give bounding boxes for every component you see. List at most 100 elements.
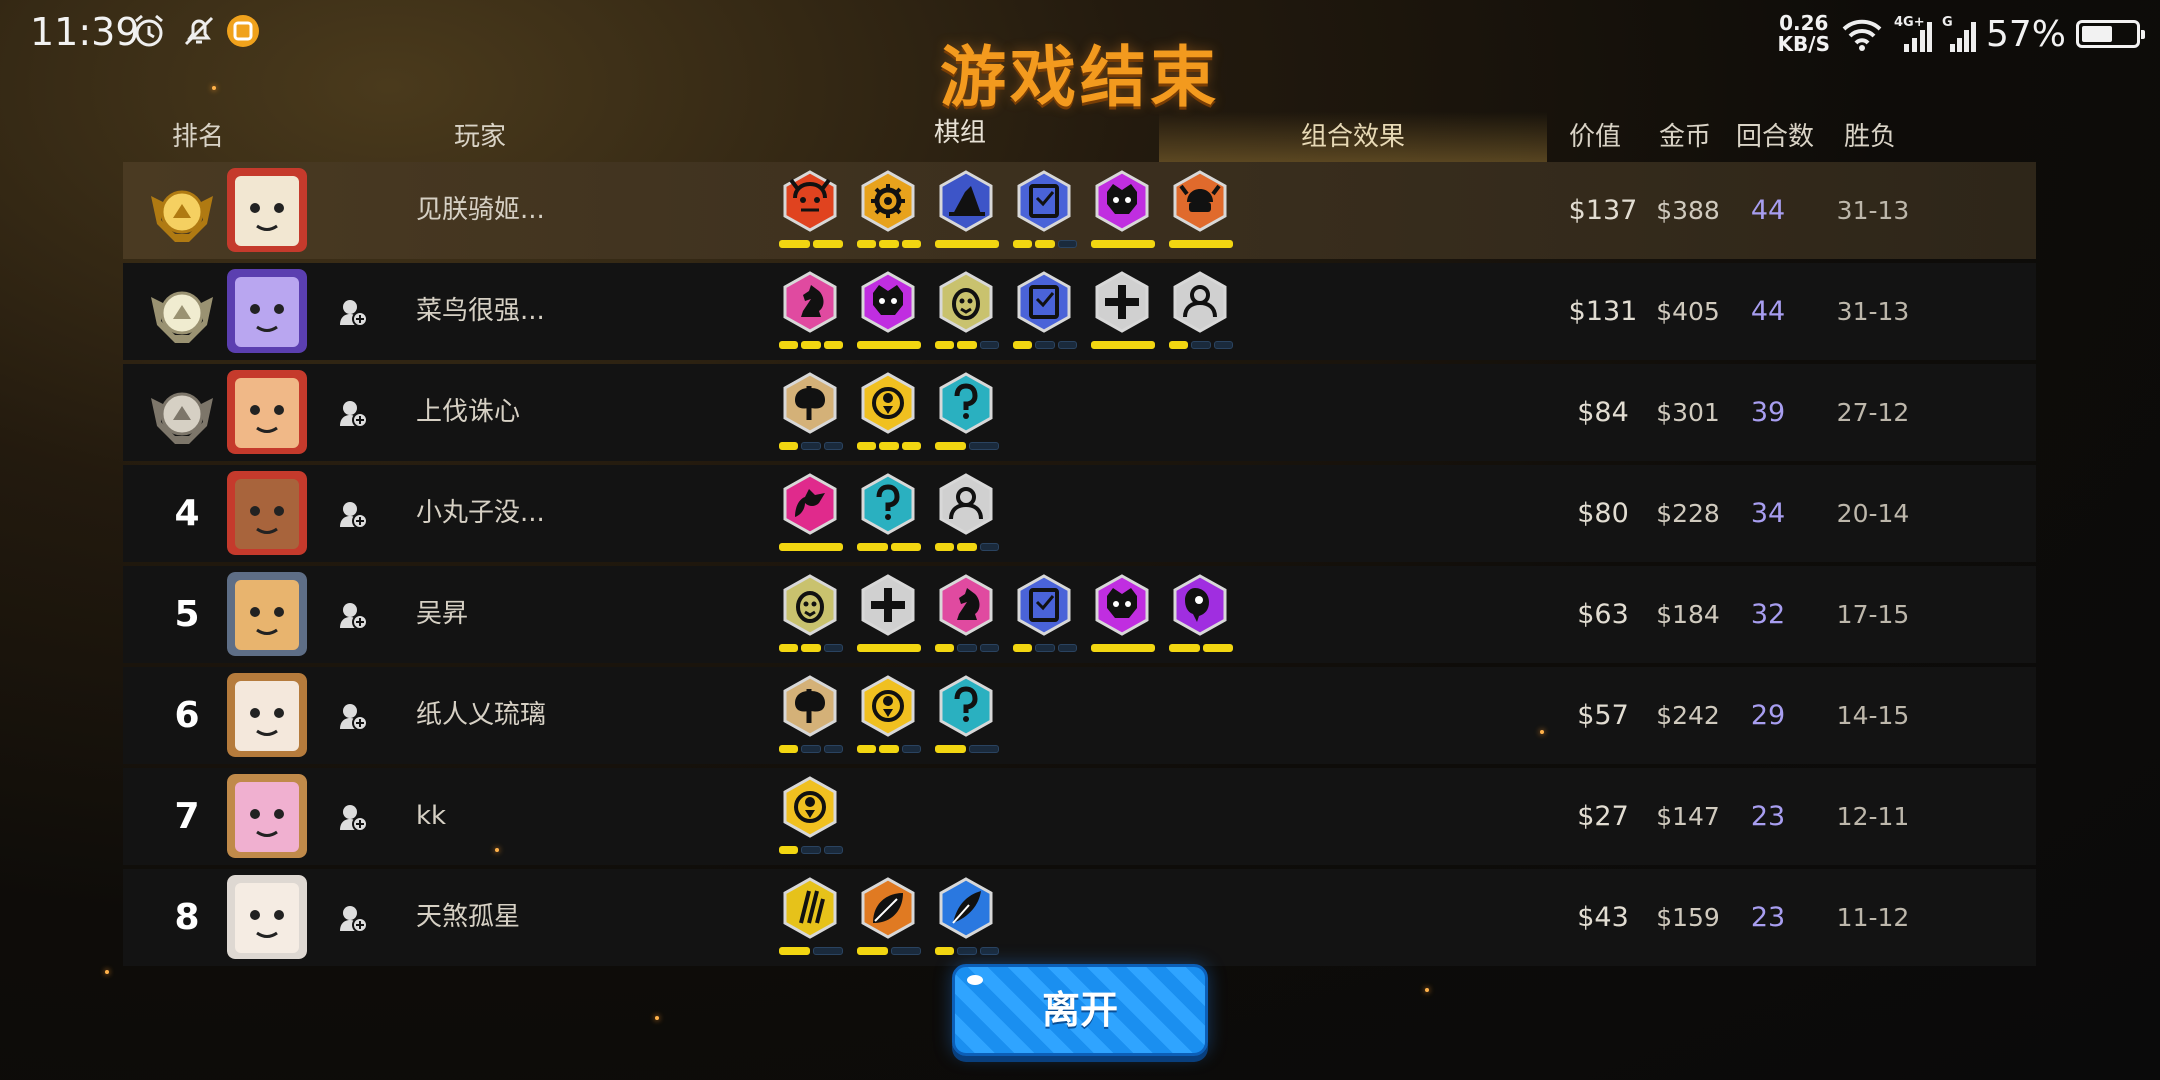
person-icon[interactable]	[1169, 271, 1231, 333]
player-name[interactable]: 上伐诛心	[416, 364, 520, 461]
synergy-item[interactable]	[851, 166, 929, 256]
synergy-item[interactable]	[773, 671, 851, 761]
synergy-item[interactable]	[851, 368, 929, 458]
synergy-item[interactable]	[929, 166, 1007, 256]
synergy-item[interactable]	[773, 469, 851, 559]
synergy-list	[773, 570, 1241, 660]
rounds-cell: 23	[1750, 902, 1786, 933]
person-icon[interactable]	[935, 473, 997, 535]
synergy-item[interactable]	[1007, 166, 1085, 256]
player-name[interactable]: 天煞孤星	[416, 869, 520, 966]
table-row[interactable]: 6 纸人乂琉璃 $57 $242 29 14-15	[123, 667, 2036, 764]
cross-icon[interactable]	[857, 574, 919, 636]
table-row[interactable]: 7 kk $27 $147 23 12-11	[123, 768, 2036, 865]
knight-icon[interactable]	[935, 574, 997, 636]
dragon-icon[interactable]	[779, 473, 841, 535]
beast-face-icon[interactable]	[1091, 574, 1153, 636]
axe-icon[interactable]	[779, 372, 841, 434]
knight-icon[interactable]	[779, 271, 841, 333]
synergy-item[interactable]	[1163, 570, 1241, 660]
synergy-item[interactable]	[851, 570, 929, 660]
synergy-item[interactable]	[929, 671, 1007, 761]
viking-icon[interactable]	[1169, 170, 1231, 232]
gear-icon[interactable]	[857, 170, 919, 232]
table-row[interactable]: 8 天煞孤星 $43 $159 23 11-12	[123, 869, 2036, 966]
synergy-item[interactable]	[1085, 166, 1163, 256]
beast-face-icon[interactable]	[1091, 170, 1153, 232]
girl-rose-frame-avatar[interactable]	[227, 673, 307, 757]
synergy-item[interactable]	[1007, 570, 1085, 660]
synergy-item[interactable]	[929, 873, 1007, 963]
synergy-item[interactable]	[929, 570, 1007, 660]
egg-icon[interactable]	[779, 574, 841, 636]
spellbook-icon[interactable]	[1013, 170, 1075, 232]
add-friend-icon[interactable]	[338, 398, 368, 428]
table-row[interactable]: 见朕骑姬... $137 $388 44 31-13	[123, 162, 2036, 259]
assassin-icon[interactable]	[935, 675, 997, 737]
add-friend-icon[interactable]	[338, 499, 368, 529]
purple-knight-avatar[interactable]	[227, 269, 307, 353]
player-name[interactable]: 纸人乂琉璃	[416, 667, 546, 764]
add-friend-icon[interactable]	[338, 600, 368, 630]
ghost-icon[interactable]	[779, 776, 841, 838]
synergy-item[interactable]	[1085, 570, 1163, 660]
synergy-item[interactable]	[773, 570, 851, 660]
synergy-item[interactable]	[1163, 267, 1241, 357]
table-row[interactable]: 4 小丸子没... $80 $228 34 20-14	[123, 465, 2036, 562]
add-friend-icon[interactable]	[338, 802, 368, 832]
player-name[interactable]: 小丸子没...	[416, 465, 545, 562]
synergy-item[interactable]	[929, 368, 1007, 458]
cross-icon[interactable]	[1091, 271, 1153, 333]
girl-red-frame-avatar[interactable]	[227, 471, 307, 555]
synergy-item[interactable]	[773, 368, 851, 458]
demon-hand-icon[interactable]	[1169, 574, 1231, 636]
leaf-icon[interactable]	[857, 877, 919, 939]
beast-face-icon[interactable]	[857, 271, 919, 333]
player-name[interactable]: 菜鸟很强...	[416, 263, 545, 360]
synergy-item[interactable]	[851, 469, 929, 559]
claw-icon[interactable]	[779, 877, 841, 939]
sunglasses-avatar[interactable]	[227, 774, 307, 858]
synergy-item[interactable]	[851, 671, 929, 761]
assassin-icon[interactable]	[935, 372, 997, 434]
synergy-item[interactable]	[929, 267, 1007, 357]
table-row[interactable]: 菜鸟很强... $131 $405 44 31-13	[123, 263, 2036, 360]
axe-icon[interactable]	[779, 675, 841, 737]
player-name[interactable]: 见朕骑姬...	[416, 162, 545, 259]
tab-pieces[interactable]: 棋组	[890, 108, 1030, 158]
spark-decoration	[1425, 988, 1429, 992]
tab-synergy[interactable]: 组合效果	[1159, 112, 1547, 164]
level-pip	[801, 341, 821, 349]
spellbook-icon[interactable]	[1013, 574, 1075, 636]
player-name[interactable]: kk	[416, 768, 446, 865]
table-row[interactable]: 上伐诛心 $84 $301 39 27-12	[123, 364, 2036, 461]
synergy-item[interactable]	[773, 267, 851, 357]
demon-icon[interactable]	[779, 170, 841, 232]
add-friend-icon[interactable]	[338, 903, 368, 933]
add-friend-icon[interactable]	[338, 297, 368, 327]
synergy-item[interactable]	[851, 873, 929, 963]
assassin-icon[interactable]	[857, 473, 919, 535]
wizard-hat-icon[interactable]	[935, 170, 997, 232]
leave-button[interactable]: 离开	[952, 964, 1208, 1056]
synergy-item[interactable]	[851, 267, 929, 357]
synergy-item[interactable]	[773, 772, 851, 862]
ghost-icon[interactable]	[857, 372, 919, 434]
white-hair-girl-avatar[interactable]	[227, 875, 307, 959]
egg-icon[interactable]	[935, 271, 997, 333]
ghost-icon[interactable]	[857, 675, 919, 737]
table-row[interactable]: 5 吴昇 $63 $184 32 17-15	[123, 566, 2036, 663]
skull-avatar[interactable]	[227, 168, 307, 252]
synergy-item[interactable]	[1007, 267, 1085, 357]
synergy-item[interactable]	[1163, 166, 1241, 256]
player-name[interactable]: 吴昇	[416, 566, 468, 663]
blond-boy-avatar[interactable]	[227, 572, 307, 656]
feather-icon[interactable]	[935, 877, 997, 939]
synergy-item[interactable]	[929, 469, 1007, 559]
hero-red-frame-avatar[interactable]	[227, 370, 307, 454]
spellbook-icon[interactable]	[1013, 271, 1075, 333]
synergy-item[interactable]	[773, 166, 851, 256]
synergy-item[interactable]	[773, 873, 851, 963]
add-friend-icon[interactable]	[338, 701, 368, 731]
synergy-item[interactable]	[1085, 267, 1163, 357]
